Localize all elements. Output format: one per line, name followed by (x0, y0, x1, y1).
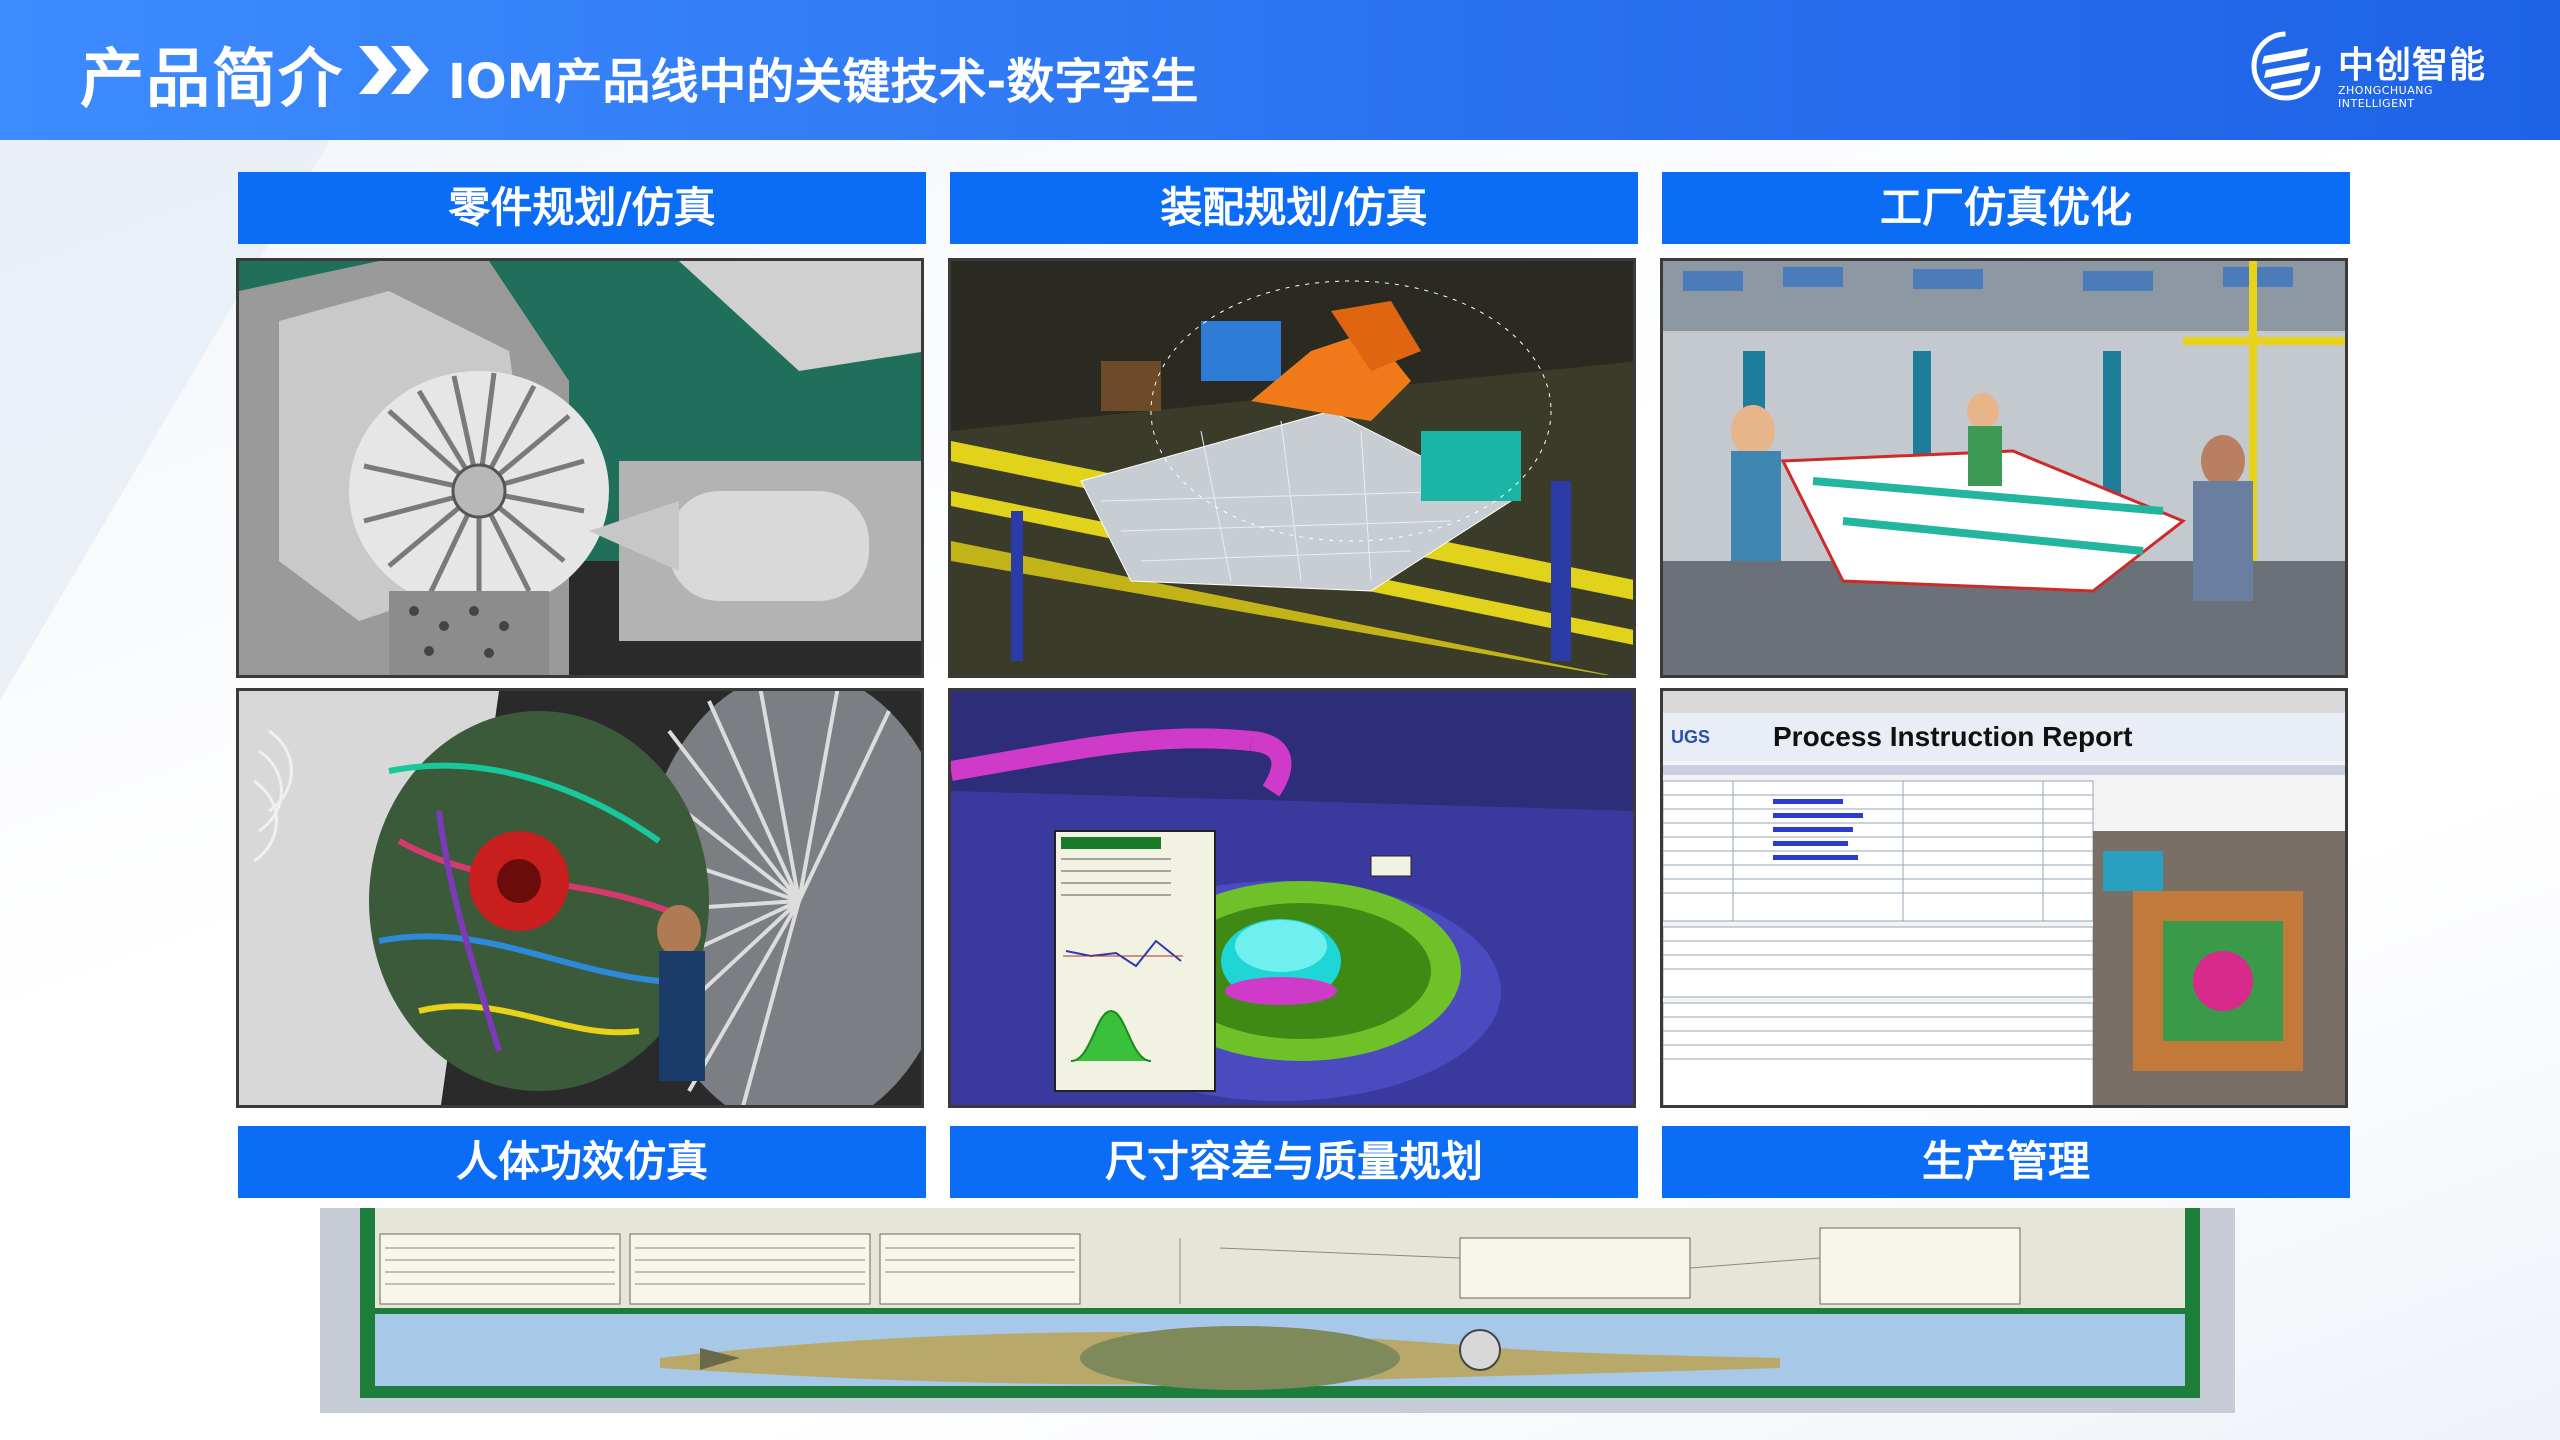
page-title: 产品简介 (80, 43, 344, 117)
double-chevron-icon (359, 46, 429, 94)
image-tolerance-analysis (948, 688, 1636, 1108)
page-subtitle: IOM产品线中的关键技术-数字孪生 (448, 54, 1199, 110)
image-factory-line (1660, 258, 2348, 678)
report-logo: UGS (1671, 727, 1710, 747)
header-bar: 产品简介 IOM产品线中的关键技术-数字孪生 中创智能 ZHONGCHUANG … (0, 0, 2560, 140)
image-data-model-strip (320, 1208, 2235, 1413)
brand-name-cn: 中创智能 (2338, 45, 2487, 86)
brand-mark-icon (2251, 31, 2321, 101)
report-title: Process Instruction Report (1773, 721, 2132, 752)
label-assembly-planning: 装配规划/仿真 (950, 172, 1638, 244)
label-tolerance-quality: 尺寸容差与质量规划 (950, 1126, 1638, 1198)
label-production-management: 生产管理 (1662, 1126, 2350, 1198)
image-ergonomics-engine (236, 688, 924, 1108)
label-factory-simulation: 工厂仿真优化 (1662, 172, 2350, 244)
image-production-report: UGS Process Instruction Report (1660, 688, 2348, 1108)
brand-name-en: ZHONGCHUANG INTELLIGENT (2338, 84, 2433, 110)
image-assembly-robot (948, 258, 1636, 678)
brand-logo: 中创智能 ZHONGCHUANG INTELLIGENT (2250, 30, 2500, 110)
label-part-planning: 零件规划/仿真 (238, 172, 926, 244)
image-part-machining (236, 258, 924, 678)
label-ergonomics: 人体功效仿真 (238, 1126, 926, 1198)
